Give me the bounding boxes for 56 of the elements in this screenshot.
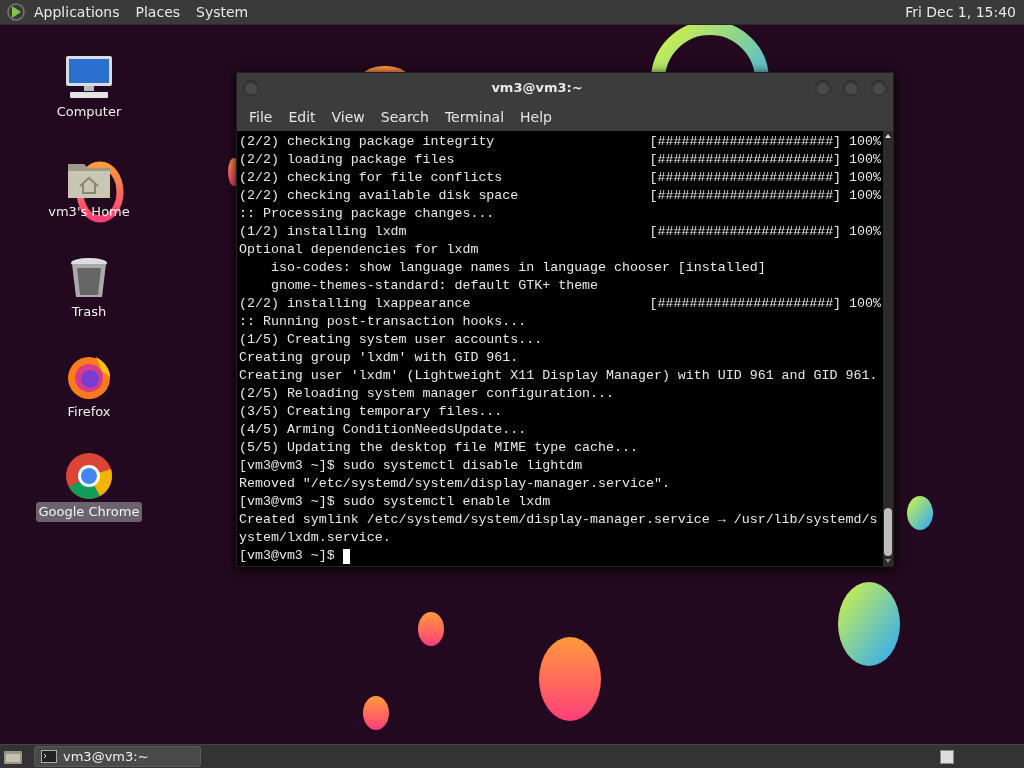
terminal-line: [vm3@vm3 ~]$ sudo systemctl enable lxdm bbox=[239, 493, 551, 511]
scrollbar-thumb[interactable] bbox=[884, 508, 892, 556]
desktop-icon-label[interactable]: Firefox bbox=[64, 402, 114, 422]
panel-menu[interactable]: Places bbox=[135, 1, 181, 23]
window-title: vm3@vm3:~ bbox=[490, 79, 584, 98]
computer-icon bbox=[64, 54, 114, 100]
scrollbar[interactable] bbox=[883, 131, 893, 566]
play-logo-icon bbox=[6, 2, 26, 22]
terminal-prompt: [vm3@vm3 ~]$ bbox=[239, 547, 336, 565]
terminal-line: Creating group 'lxdm' with GID 961. bbox=[239, 349, 519, 367]
menu-item[interactable]: File bbox=[241, 106, 281, 128]
terminal-line: Removed "/etc/systemd/system/display-manager.service". bbox=[239, 475, 670, 493]
menu-item[interactable]: Search bbox=[372, 106, 437, 128]
terminal-line: (5/5) Updating the desktop file MIME type cache... bbox=[239, 439, 638, 457]
terminal-line: iso-codes: show language names in language chooser [installed] bbox=[269, 259, 766, 277]
browser-icon bbox=[66, 354, 112, 400]
desktop-icon-label[interactable]: Computer bbox=[53, 102, 125, 122]
desktop-icon-label[interactable]: Google Chrome bbox=[35, 502, 143, 522]
terminal-line: Optional dependencies for lxdm bbox=[239, 241, 479, 259]
clock[interactable]: Fri Dec 1, 15:40 bbox=[905, 1, 1016, 23]
terminal-line: (2/2) checking available disk space bbox=[239, 187, 519, 205]
text-cursor-icon bbox=[342, 548, 350, 564]
menu-item[interactable]: Terminal bbox=[436, 106, 513, 128]
progress-output: [######################] 100% bbox=[649, 169, 881, 187]
progress-output: [######################] 100% bbox=[649, 295, 881, 313]
terminal-line: (2/2) checking for file conflicts bbox=[239, 169, 503, 187]
terminal-line: (1/2) installing lxdm bbox=[239, 223, 407, 241]
terminal-line: :: Running post-transaction hooks... bbox=[239, 313, 527, 331]
terminal-line: (1/5) Creating system user accounts... bbox=[239, 331, 543, 349]
progress-output: [######################] 100% bbox=[649, 133, 881, 151]
terminal-line: ystem/lxdm.service. bbox=[239, 529, 391, 547]
terminal-line: Creating user 'lxdm' (Lightweight X11 Display Manager) with UID 961 and GID 961. bbox=[239, 367, 878, 385]
terminal-line: (2/2) loading package files bbox=[239, 151, 455, 169]
terminal-line: [vm3@vm3 ~]$ sudo systemctl disable lightdm bbox=[239, 457, 583, 475]
menu-item[interactable]: View bbox=[323, 106, 373, 128]
terminal-line: (2/2) installing lxappearance bbox=[239, 295, 471, 313]
terminal-line: :: Processing package changes... bbox=[239, 205, 495, 223]
panel-menu[interactable]: System bbox=[196, 1, 249, 23]
terminal-line: gnome-themes-standard: default GTK+ theme bbox=[269, 277, 599, 295]
progress-output: [######################] 100% bbox=[649, 223, 881, 241]
terminal-line: Created symlink /etc/systemd/system/display-manager.service → /usr/lib/systemd/s bbox=[239, 511, 878, 529]
taskbar-task[interactable]: vm3@vm3:~ bbox=[34, 746, 201, 767]
trash-icon bbox=[69, 256, 109, 300]
terminal-line: (2/2) checking package integrity bbox=[239, 133, 495, 151]
browser-icon bbox=[65, 452, 113, 500]
progress-output: [######################] 100% bbox=[649, 151, 881, 169]
workspace-switcher[interactable] bbox=[940, 749, 954, 764]
desktop-icon-label[interactable]: Trash bbox=[68, 302, 110, 322]
terminal-line: (2/5) Reloading system manager configuration... bbox=[239, 385, 615, 403]
menu-item[interactable]: Help bbox=[512, 106, 560, 128]
menu-item[interactable]: Edit bbox=[280, 106, 324, 128]
terminal-icon bbox=[41, 750, 57, 763]
panel-menu[interactable]: Applications bbox=[34, 1, 120, 23]
terminal-line: (4/5) Arming ConditionNeedsUpdate... bbox=[239, 421, 527, 439]
terminal-line: (3/5) Creating temporary files... bbox=[239, 403, 503, 421]
progress-output: [######################] 100% bbox=[649, 187, 881, 205]
